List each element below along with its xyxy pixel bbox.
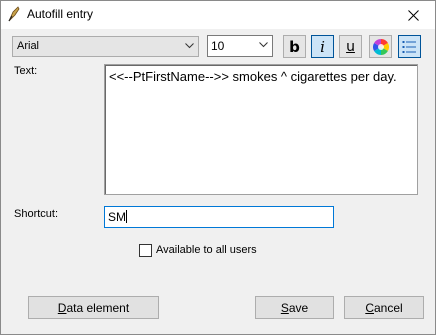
shortcut-value: SM <box>108 210 126 224</box>
font-size-value: 10 <box>211 39 225 53</box>
font-size-select[interactable]: 10 <box>207 35 273 57</box>
underline-button[interactable]: u <box>339 35 362 58</box>
color-wheel-icon <box>372 38 389 55</box>
autofill-dialog: Autofill entry Arial 10 b i u Text: <<--… <box>0 0 436 335</box>
available-to-all-checkbox[interactable] <box>139 244 152 257</box>
shortcut-input[interactable]: SM <box>104 206 334 228</box>
italic-button[interactable]: i <box>311 35 334 58</box>
text-editor-content: <<--PtFirstName-->> smokes ^ cigarettes … <box>109 69 397 84</box>
cancel-mnemonic: C <box>365 300 374 315</box>
cancel-button[interactable]: Cancel <box>344 296 424 319</box>
italic-label: i <box>320 37 325 56</box>
save-label: ave <box>288 300 309 315</box>
chevron-down-icon <box>185 43 194 49</box>
title-bar: Autofill entry <box>1 1 435 29</box>
available-to-all-label[interactable]: Available to all users <box>156 244 257 256</box>
close-button[interactable] <box>391 1 435 29</box>
bullet-list-icon <box>402 40 416 53</box>
font-family-value: Arial <box>17 40 40 52</box>
quill-pen-icon <box>7 6 21 22</box>
save-button[interactable]: Save <box>255 296 334 319</box>
bold-button[interactable]: b <box>283 35 306 58</box>
font-family-select[interactable]: Arial <box>12 36 199 57</box>
text-editor[interactable]: <<--PtFirstName-->> smokes ^ cigarettes … <box>104 64 418 195</box>
color-button[interactable] <box>369 35 392 58</box>
cancel-label: ancel <box>373 300 403 315</box>
data-element-mnemonic: D <box>57 300 67 315</box>
text-caret <box>126 210 127 223</box>
save-mnemonic: S <box>280 300 289 315</box>
underline-label: u <box>346 38 355 55</box>
bullet-list-button[interactable] <box>398 35 421 58</box>
data-element-button[interactable]: Data element <box>28 296 159 319</box>
window-title: Autofill entry <box>27 7 94 21</box>
data-element-label: ata element <box>66 300 130 315</box>
chevron-down-icon <box>259 42 268 48</box>
bold-label: b <box>289 37 300 56</box>
text-label: Text: <box>14 65 38 77</box>
close-icon <box>407 9 419 21</box>
shortcut-label: Shortcut: <box>14 208 59 220</box>
